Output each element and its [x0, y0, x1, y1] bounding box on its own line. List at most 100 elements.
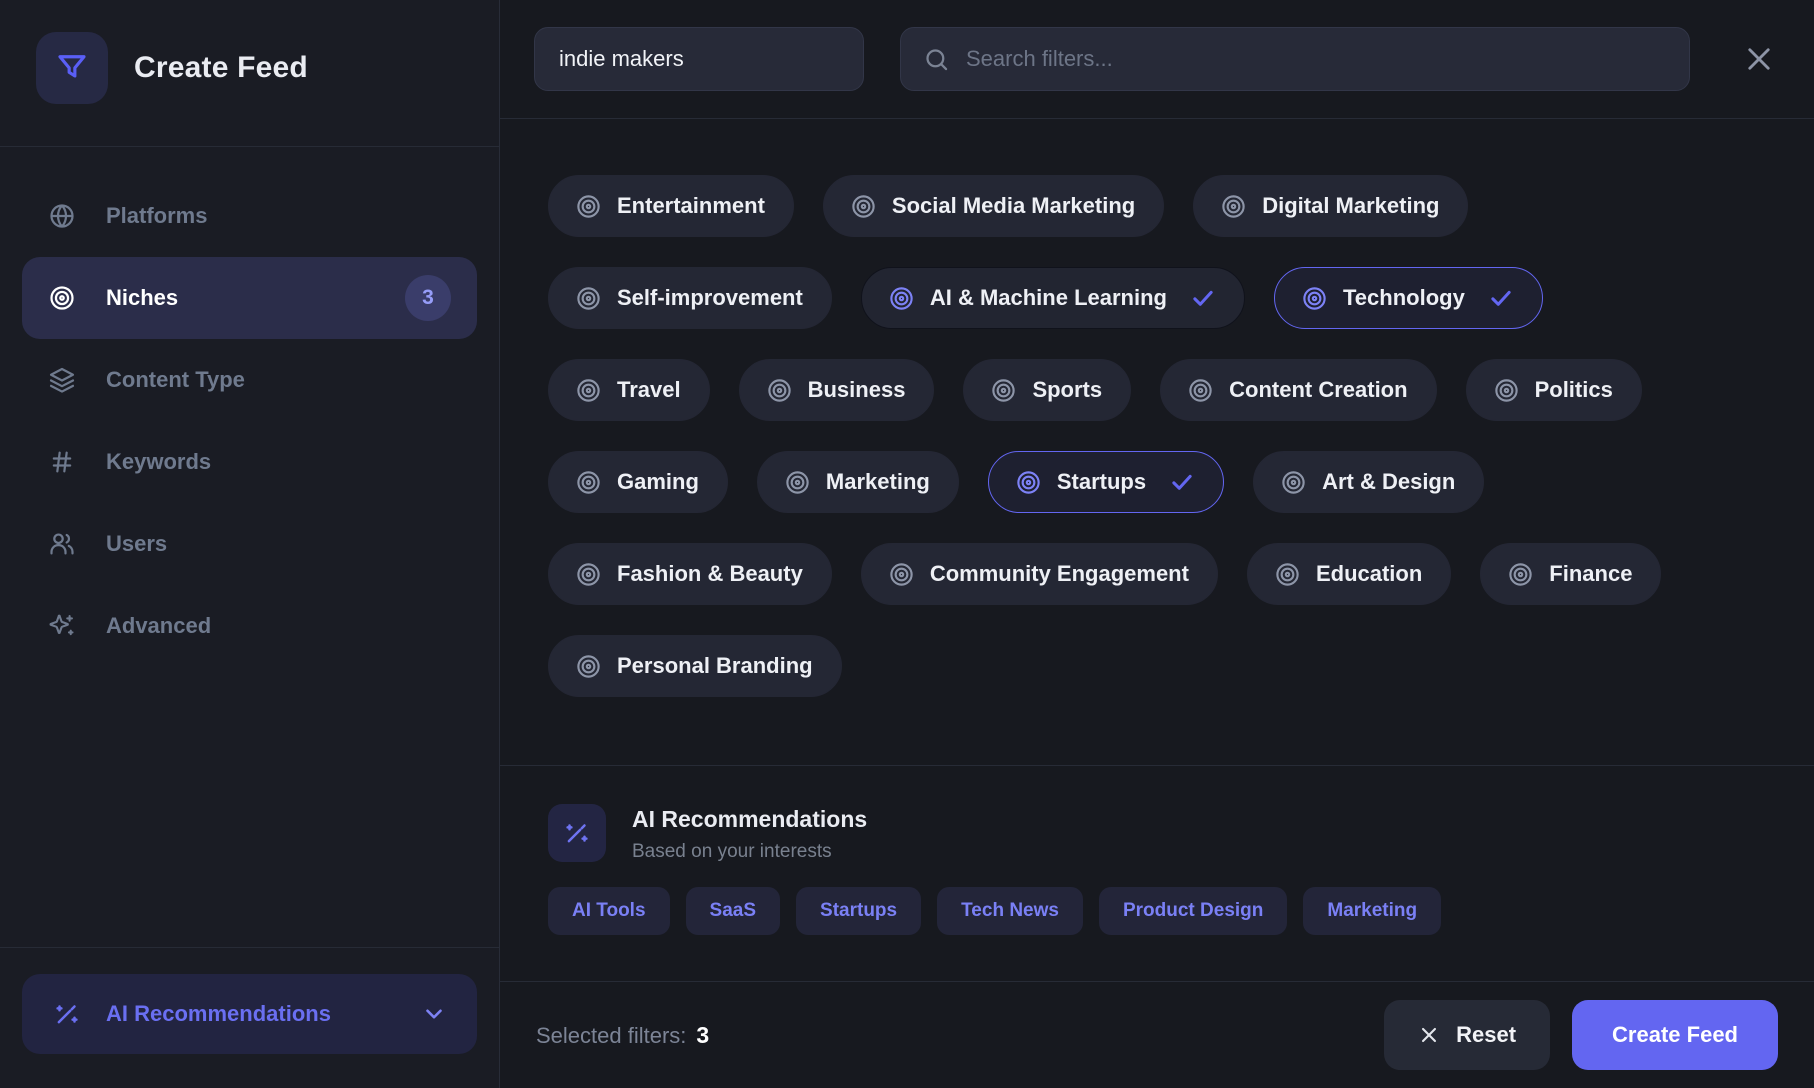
chip-label: Travel: [617, 377, 681, 403]
target-icon: [575, 285, 602, 312]
sidebar-item-platforms[interactable]: Platforms: [22, 175, 477, 257]
chip-label: Digital Marketing: [1262, 193, 1439, 219]
chip-label: Technology: [1343, 285, 1465, 311]
niche-chip-community-engagement[interactable]: Community Engagement: [861, 543, 1218, 605]
target-icon: [575, 469, 602, 496]
users-icon: [48, 530, 76, 558]
layers-icon: [48, 366, 76, 394]
search-filters-input[interactable]: [966, 46, 1667, 72]
niche-chip-fashion-beauty[interactable]: Fashion & Beauty: [548, 543, 832, 605]
create-feed-button-label: Create Feed: [1612, 1022, 1738, 1048]
sidebar-item-label: Content Type: [106, 367, 245, 393]
target-icon: [575, 193, 602, 220]
sidebar-item-keywords[interactable]: Keywords: [22, 421, 477, 503]
check-icon: [1488, 285, 1514, 311]
check-icon: [1190, 285, 1216, 311]
sidebar-item-niches[interactable]: Niches3: [22, 257, 477, 339]
target-icon: [575, 377, 602, 404]
niche-chip-art-design[interactable]: Art & Design: [1253, 451, 1484, 513]
reset-button-label: Reset: [1456, 1022, 1516, 1048]
niche-chip-technology[interactable]: Technology: [1274, 267, 1543, 329]
niche-chip-marketing[interactable]: Marketing: [757, 451, 959, 513]
chip-label: Fashion & Beauty: [617, 561, 803, 587]
niche-chip-business[interactable]: Business: [739, 359, 935, 421]
target-icon: [888, 285, 915, 312]
ai-recommendations-toggle-label: AI Recommendations: [106, 1001, 331, 1027]
target-icon: [1301, 285, 1328, 312]
sidebar-item-advanced[interactable]: Advanced: [22, 585, 477, 667]
target-icon: [1493, 377, 1520, 404]
reset-button[interactable]: Reset: [1384, 1000, 1550, 1070]
niche-chip-ai-machine-learning[interactable]: AI & Machine Learning: [861, 267, 1245, 329]
wand-icon: [548, 804, 606, 862]
target-icon: [48, 284, 76, 312]
chip-label: Startups: [1057, 469, 1146, 495]
chip-row: Personal Branding: [548, 635, 1766, 697]
footer-bar: Selected filters: 3 Reset Create Feed: [500, 981, 1814, 1088]
niche-chip-finance[interactable]: Finance: [1480, 543, 1661, 605]
ai-recommendations-section: AI Recommendations Based on your interes…: [500, 765, 1814, 981]
selected-filters-label: Selected filters:: [536, 1023, 686, 1049]
create-feed-button[interactable]: Create Feed: [1572, 1000, 1778, 1070]
chip-label: Marketing: [826, 469, 930, 495]
target-icon: [1187, 377, 1214, 404]
x-icon: [1418, 1024, 1440, 1046]
sidebar: Create Feed Platforms Niches3 Content Type…: [0, 0, 500, 1088]
chip-label: AI & Machine Learning: [930, 285, 1167, 311]
target-icon: [888, 561, 915, 588]
niche-chip-travel[interactable]: Travel: [548, 359, 710, 421]
ai-recommendations-header: AI Recommendations Based on your interes…: [548, 804, 1766, 863]
niche-chip-startups[interactable]: Startups: [988, 451, 1224, 513]
niche-chip-gaming[interactable]: Gaming: [548, 451, 728, 513]
close-button[interactable]: [1742, 42, 1776, 76]
main-header: [500, 0, 1814, 119]
chip-label: Politics: [1535, 377, 1613, 403]
sidebar-item-label: Platforms: [106, 203, 207, 229]
page-title: Create Feed: [134, 51, 308, 85]
rec-chip-saas[interactable]: SaaS: [686, 887, 780, 935]
chip-row: Self-improvement AI & Machine Learning Tec…: [548, 267, 1766, 329]
target-icon: [1015, 469, 1042, 496]
search-icon: [923, 46, 950, 73]
target-icon: [575, 561, 602, 588]
check-icon: [1169, 469, 1195, 495]
chip-label: Education: [1316, 561, 1422, 587]
target-icon: [1507, 561, 1534, 588]
target-icon: [1274, 561, 1301, 588]
niche-chip-personal-branding[interactable]: Personal Branding: [548, 635, 842, 697]
target-icon: [990, 377, 1017, 404]
sidebar-item-users[interactable]: Users: [22, 503, 477, 585]
target-icon: [1280, 469, 1307, 496]
niche-chip-sports[interactable]: Sports: [963, 359, 1131, 421]
chip-label: Self-improvement: [617, 285, 803, 311]
niche-chip-digital-marketing[interactable]: Digital Marketing: [1193, 175, 1468, 237]
niches-chip-grid: Entertainment Social Media Marketing Digit…: [500, 119, 1814, 765]
target-icon: [1220, 193, 1247, 220]
feed-name-input[interactable]: [534, 27, 864, 91]
sidebar-header: Create Feed: [0, 0, 499, 146]
chip-label: Content Creation: [1229, 377, 1407, 403]
niche-chip-entertainment[interactable]: Entertainment: [548, 175, 794, 237]
close-icon: [1742, 42, 1776, 76]
filter-icon: [36, 32, 108, 104]
target-icon: [850, 193, 877, 220]
create-feed-dialog: Create Feed Platforms Niches3 Content Type…: [0, 0, 1814, 1088]
rec-chip-product-design[interactable]: Product Design: [1099, 887, 1287, 935]
rec-chip-startups[interactable]: Startups: [796, 887, 921, 935]
chip-label: Art & Design: [1322, 469, 1455, 495]
chip-label: Community Engagement: [930, 561, 1189, 587]
niche-chip-content-creation[interactable]: Content Creation: [1160, 359, 1436, 421]
chip-label: Social Media Marketing: [892, 193, 1135, 219]
sidebar-item-content-type[interactable]: Content Type: [22, 339, 477, 421]
niche-chip-education[interactable]: Education: [1247, 543, 1451, 605]
niche-chip-social-media-marketing[interactable]: Social Media Marketing: [823, 175, 1164, 237]
sidebar-footer: AI Recommendations: [0, 947, 499, 1088]
rec-chip-ai-tools[interactable]: AI Tools: [548, 887, 670, 935]
filter-search-box[interactable]: [900, 27, 1690, 91]
rec-chip-tech-news[interactable]: Tech News: [937, 887, 1083, 935]
niche-chip-politics[interactable]: Politics: [1466, 359, 1642, 421]
rec-chip-marketing[interactable]: Marketing: [1303, 887, 1441, 935]
ai-recommendations-toggle[interactable]: AI Recommendations: [22, 974, 477, 1054]
target-icon: [784, 469, 811, 496]
niche-chip-self-improvement[interactable]: Self-improvement: [548, 267, 832, 329]
